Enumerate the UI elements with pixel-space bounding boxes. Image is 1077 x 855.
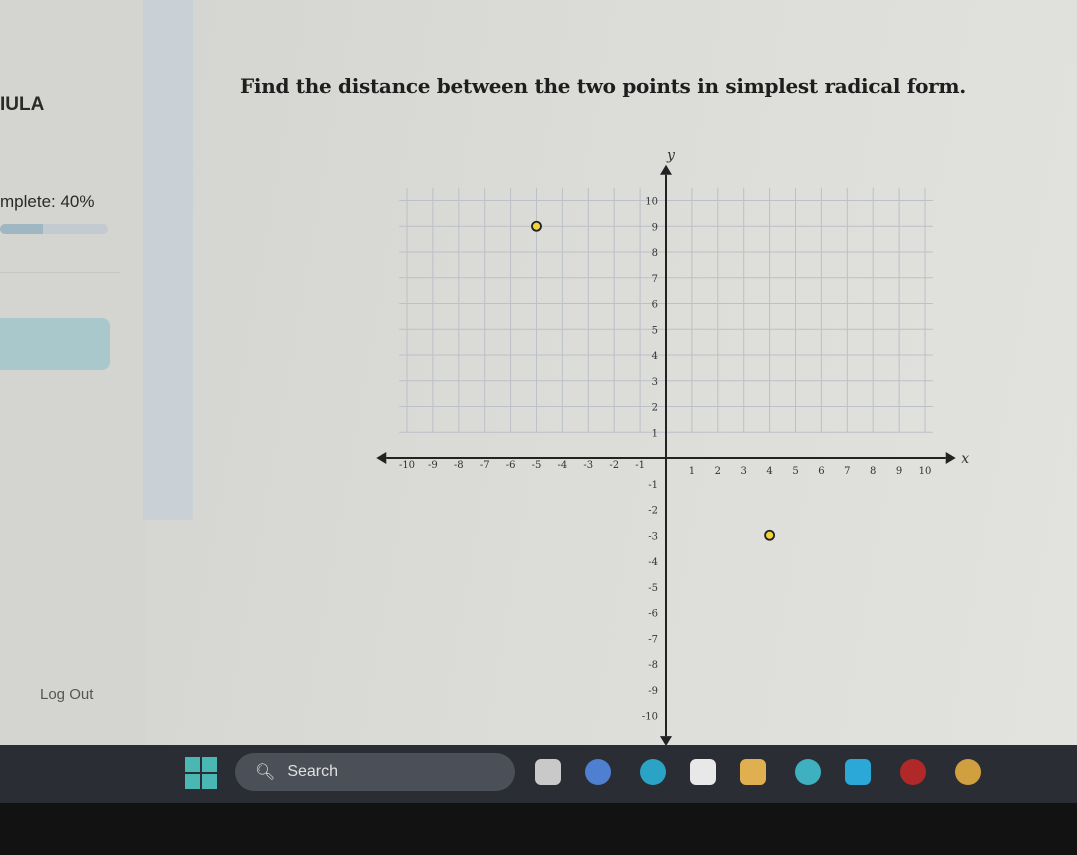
y-tick-label: -7 [648,634,658,645]
y-tick-label: -5 [648,583,658,594]
data-point [531,220,542,232]
x-tick-label: -7 [480,460,490,471]
y-axis-arrow-down [660,736,672,745]
app-icon[interactable] [955,759,981,785]
x-axis-arrow-left [376,452,387,464]
y-tick-label: 6 [652,300,658,311]
x-tick-label: -6 [506,460,516,471]
screen: IULA mplete: 40% Log Out Find the distan… [0,0,1077,745]
x-tick-label: 8 [870,466,876,477]
x-tick-label: 2 [715,466,721,477]
search-icon: 🔍︎ [255,764,276,781]
x-tick-label: 9 [896,466,902,477]
app-icon[interactable] [900,759,926,785]
x-tick-label: 3 [741,466,747,477]
x-tick-label: 5 [792,466,798,477]
app-icon[interactable] [845,759,871,785]
x-tick-label: -5 [532,460,542,471]
x-tick-label: 7 [844,466,850,477]
y-tick-label: -8 [648,660,658,671]
y-tick-label: -1 [648,480,658,491]
store-icon[interactable] [690,759,716,785]
x-axis-arrow-right [945,452,956,464]
y-tick-label: 4 [652,351,658,362]
y-tick-label: -10 [642,712,658,723]
y-tick-label: -4 [648,557,658,568]
y-tick-label: -6 [648,609,658,620]
x-tick-label: -9 [428,460,438,471]
search-label: Search [287,763,339,780]
y-tick-label: 8 [652,248,658,259]
x-tick-label: -3 [583,460,593,471]
taskbar-search[interactable]: 🔍︎ Search [235,753,515,791]
coordinate-plane: -10 -9 -8 -7 -6 -5 -4 -3 -2 -1 1 2 3 4 5 6 7 8 9 10 10 9 8 7 6 5 4… [376,147,969,745]
y-tick-label: 10 [645,197,658,208]
edge-icon[interactable] [640,759,666,785]
x-axis-label: x [961,451,969,467]
x-tick-label: -1 [635,460,645,471]
x-tick-label: 10 [919,466,932,477]
windows-start-icon[interactable] [185,757,217,789]
file-explorer-icon[interactable] [740,759,766,785]
y-tick-label: -9 [648,686,658,697]
x-tick-label: -2 [609,460,619,471]
data-point [764,529,775,541]
y-tick-label: 7 [652,274,658,285]
y-tick-label: 1 [652,428,658,439]
x-tick-label: -10 [399,460,415,471]
y-axis-arrow-up [660,164,672,175]
app-icon[interactable] [795,759,821,785]
taskbar: 🔍︎ Search [0,745,1077,803]
task-view-icon[interactable] [535,759,561,785]
x-tick-label: -8 [454,460,464,471]
x-tick-label: -4 [558,460,568,471]
chat-icon[interactable] [585,759,611,785]
bezel [0,803,1077,855]
y-tick-label: 5 [652,325,658,336]
y-tick-label: -3 [648,531,658,542]
y-tick-label: 2 [652,403,658,414]
y-tick-label: 9 [652,222,658,233]
x-tick-label: 1 [689,466,695,477]
y-tick-label: 3 [652,377,658,388]
x-tick-label: 4 [766,466,772,477]
y-axis-label: y [666,147,676,163]
y-tick-label: -2 [648,506,658,517]
x-tick-label: 6 [818,466,824,477]
